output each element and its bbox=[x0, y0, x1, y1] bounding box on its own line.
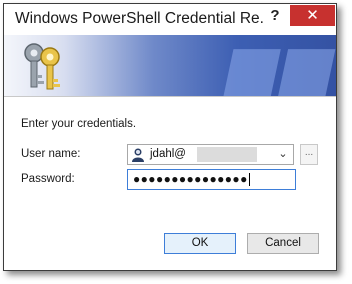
credential-dialog: Windows PowerShell Credential Re... ? ✕ … bbox=[3, 3, 337, 271]
password-mask: ●●●●●●●●●●●●●●● bbox=[133, 172, 250, 187]
chevron-down-icon[interactable]: ⌄ bbox=[276, 147, 290, 162]
help-button[interactable]: ? bbox=[266, 7, 284, 25]
username-combobox[interactable]: jdahl@ ⌄ bbox=[127, 144, 294, 165]
text-caret bbox=[248, 173, 250, 187]
keys-icon bbox=[24, 43, 60, 90]
credentials-prompt: Enter your credentials. bbox=[21, 118, 137, 130]
ok-button[interactable]: OK bbox=[164, 233, 236, 254]
password-field[interactable]: ●●●●●●●●●●●●●●● bbox=[127, 169, 296, 190]
close-button[interactable]: ✕ bbox=[290, 5, 335, 26]
password-label: Password: bbox=[21, 173, 75, 185]
username-value: jdahl@ bbox=[150, 148, 186, 160]
title-bar: Windows PowerShell Credential Re... ? ✕ bbox=[4, 4, 336, 35]
window-title: Windows PowerShell Credential Re... bbox=[15, 10, 265, 27]
browse-button[interactable]: ... bbox=[300, 144, 318, 165]
cancel-button[interactable]: Cancel bbox=[247, 233, 319, 254]
banner-watermark: ■■ bbox=[216, 35, 336, 96]
user-icon bbox=[132, 148, 144, 162]
credential-banner: ■■ bbox=[4, 35, 336, 96]
redacted-area bbox=[197, 147, 257, 162]
username-label: User name: bbox=[21, 148, 81, 160]
banner-divider bbox=[4, 96, 336, 97]
